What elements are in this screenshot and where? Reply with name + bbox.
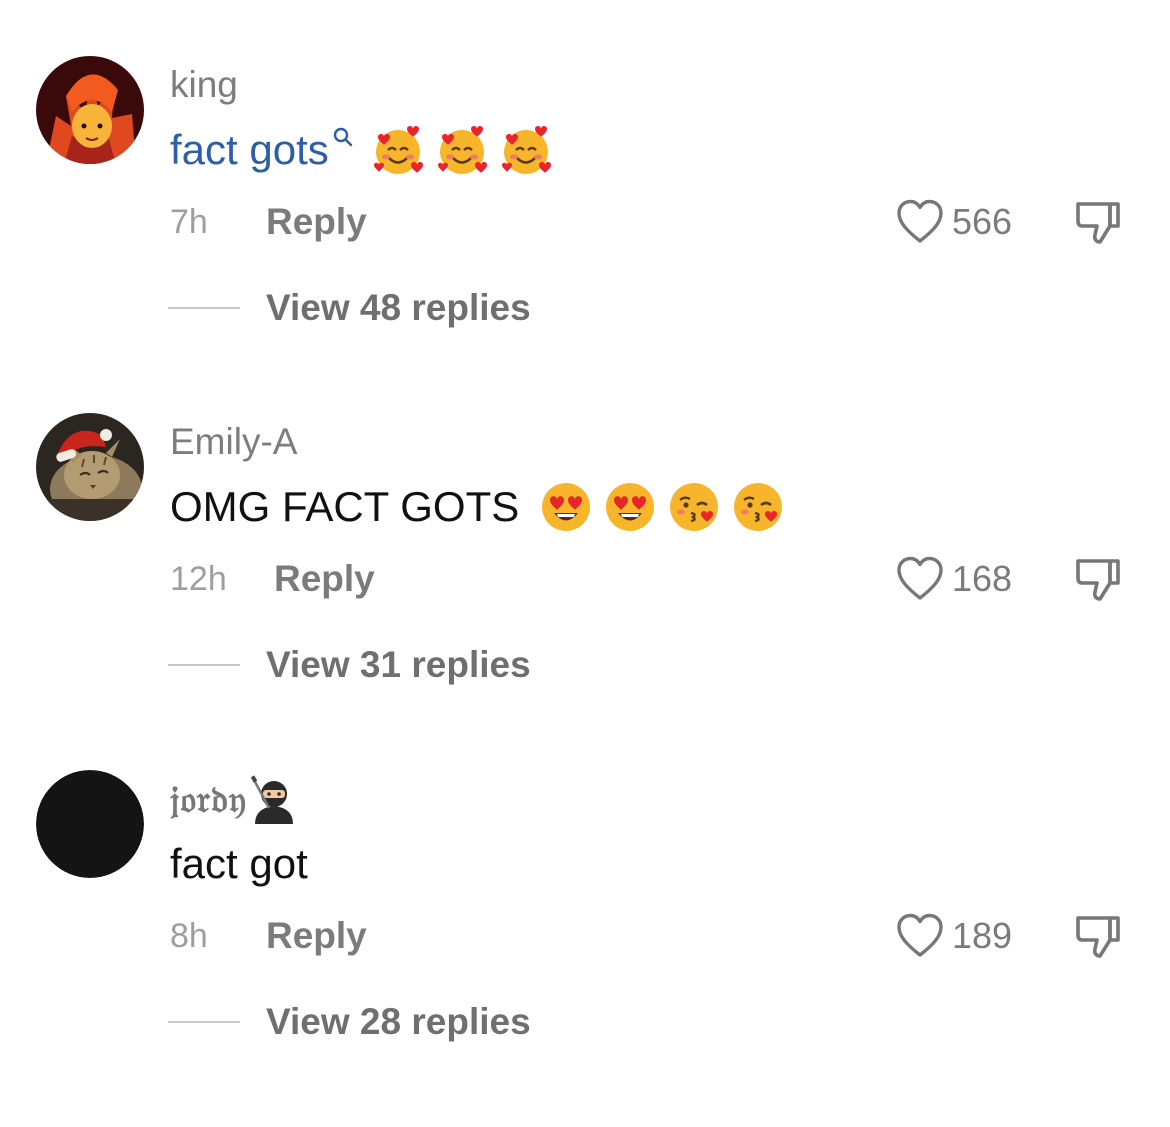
- heart-eyes-icon: [606, 483, 655, 531]
- reply-button[interactable]: Reply: [266, 915, 367, 957]
- ninja-icon: [250, 775, 294, 824]
- view-replies[interactable]: View 28 replies: [168, 1000, 531, 1044]
- dislike-icon[interactable]: [1074, 198, 1122, 246]
- username-text: 𝔧𝔬𝔯𝔡𝔶: [170, 777, 248, 821]
- divider: [168, 1021, 240, 1023]
- comment-item: Emily-A OMG FACT GOTS 12h Reply 168 View…: [0, 413, 1170, 770]
- comment-body: OMG FACT GOTS: [170, 483, 520, 530]
- smiling-face-with-hearts-icon: [437, 126, 487, 174]
- username[interactable]: 𝔧𝔬𝔯𝔡𝔶: [170, 774, 299, 824]
- kissing-face-icon: [670, 483, 719, 531]
- timestamp: 7h: [170, 202, 208, 241]
- comment-text: OMG FACT GOTS: [170, 477, 785, 537]
- like-count: 189: [952, 915, 1013, 956]
- smiling-face-with-hearts-icon: [501, 126, 551, 174]
- smiling-face-with-hearts-icon: [373, 126, 423, 174]
- timestamp: 12h: [170, 559, 227, 598]
- timestamp: 8h: [170, 916, 208, 955]
- comment-text: fact got: [170, 834, 308, 894]
- comment-meta: 7h Reply: [170, 198, 367, 246]
- heart-icon: [897, 913, 943, 957]
- username[interactable]: king: [170, 60, 238, 110]
- comment-item: king fact gots 7h Reply 566 View 48 repl…: [0, 56, 1170, 413]
- search-icon[interactable]: [331, 125, 355, 149]
- avatar[interactable]: [36, 413, 144, 521]
- like-count: 566: [952, 201, 1013, 242]
- comment-meta: 12h Reply: [170, 555, 375, 603]
- heart-icon: [897, 556, 943, 600]
- comment-item: 𝔧𝔬𝔯𝔡𝔶 fact got 8h Reply 189 View 28 repl…: [0, 770, 1170, 1127]
- emoji-group: [371, 123, 553, 177]
- emoji-group: [539, 480, 785, 534]
- search-link[interactable]: fact gots: [170, 120, 329, 180]
- divider: [168, 664, 240, 666]
- divider: [168, 307, 240, 309]
- kissing-face-icon: [734, 483, 783, 531]
- comment-text: fact gots: [170, 120, 553, 180]
- comment-body: fact got: [170, 840, 308, 887]
- view-replies[interactable]: View 48 replies: [168, 286, 531, 330]
- view-replies-label[interactable]: View 31 replies: [266, 644, 531, 686]
- view-replies-label[interactable]: View 48 replies: [266, 287, 531, 329]
- username[interactable]: Emily-A: [170, 417, 297, 467]
- dislike-icon[interactable]: [1074, 912, 1122, 960]
- avatar[interactable]: [36, 770, 144, 878]
- heart-eyes-icon: [542, 483, 591, 531]
- like-button[interactable]: 189: [896, 910, 1012, 962]
- like-button[interactable]: 566: [896, 196, 1012, 248]
- view-replies[interactable]: View 31 replies: [168, 643, 531, 687]
- like-button[interactable]: 168: [896, 553, 1012, 605]
- like-count: 168: [952, 558, 1013, 599]
- avatar[interactable]: [36, 56, 144, 164]
- reply-button[interactable]: Reply: [266, 201, 367, 243]
- heart-icon: [897, 199, 943, 243]
- view-replies-label[interactable]: View 28 replies: [266, 1001, 531, 1043]
- dislike-icon[interactable]: [1074, 555, 1122, 603]
- reply-button[interactable]: Reply: [274, 558, 375, 600]
- comment-meta: 8h Reply: [170, 912, 367, 960]
